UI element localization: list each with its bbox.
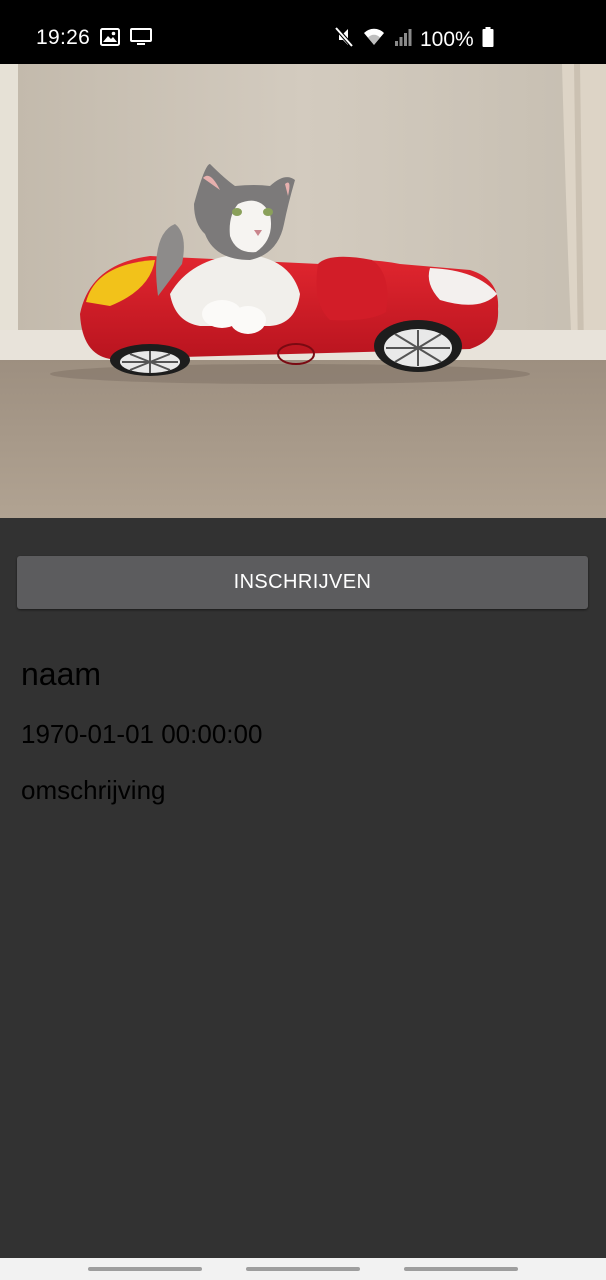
event-description: omschrijving (21, 775, 166, 805)
navigation-bar (0, 1258, 606, 1280)
image-icon (100, 28, 120, 51)
home-button[interactable] (246, 1267, 360, 1271)
rear-wheel (374, 320, 462, 372)
subscribe-button[interactable]: INSCHRIJVEN (17, 556, 588, 609)
event-datetime: 1970-01-01 00:00:00 (21, 719, 263, 749)
mute-icon (334, 26, 354, 53)
event-name: naam (21, 656, 102, 692)
status-bar: 19:26 100% (0, 0, 606, 64)
front-wheel (110, 344, 190, 376)
cat-photo (0, 64, 606, 518)
battery-icon (482, 27, 494, 52)
wifi-icon (362, 27, 386, 52)
status-left-icons (100, 28, 152, 51)
battery-percentage: 100% (420, 27, 474, 51)
status-time: 19:26 (36, 26, 91, 49)
status-right: 100% (334, 26, 494, 53)
hero-image (0, 64, 606, 518)
recents-button[interactable] (88, 1267, 202, 1271)
back-button[interactable] (404, 1267, 518, 1271)
cast-screen-icon (130, 28, 152, 51)
signal-icon (394, 27, 412, 52)
